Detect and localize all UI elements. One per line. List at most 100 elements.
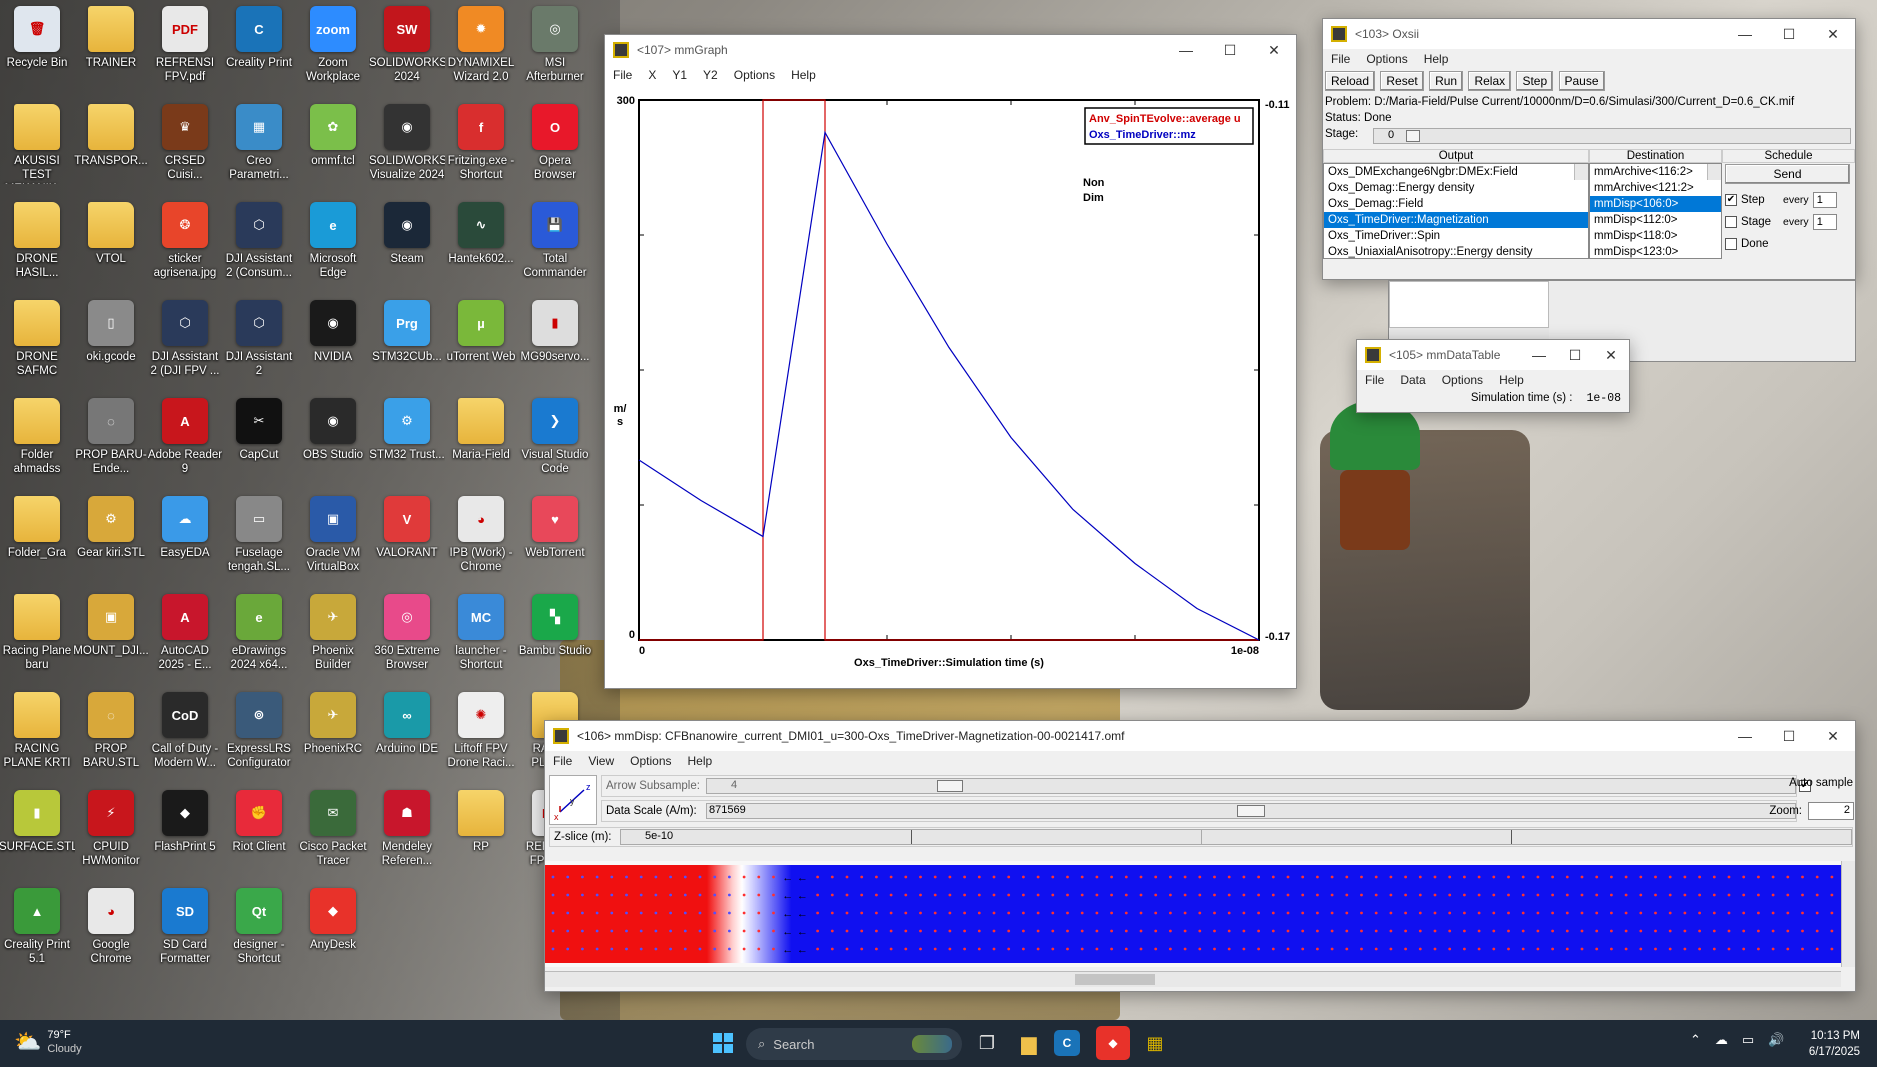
menu-help[interactable]: Help xyxy=(783,68,824,82)
chevron-up-icon[interactable]: ⌃ xyxy=(1690,1032,1701,1048)
desktop-icon[interactable]: ✈ Phoenix Builder xyxy=(296,590,370,686)
desktop-icon[interactable]: MC launcher - Shortcut xyxy=(444,590,518,686)
desktop-icon[interactable]: C Creality Print xyxy=(222,2,296,98)
display-hscrollbar[interactable] xyxy=(545,971,1841,987)
desktop-icon[interactable]: ♛ CRSED Cuisi... xyxy=(148,100,222,196)
desktop-icon[interactable]: CoD Call of Duty - Modern W... xyxy=(148,688,222,784)
desktop-icon[interactable]: PDF REFRENSI FPV.pdf xyxy=(148,2,222,98)
desktop-icon[interactable]: RP xyxy=(444,786,518,882)
pause-button[interactable]: Pause xyxy=(1558,71,1605,91)
volume-icon[interactable]: 🔊 xyxy=(1768,1032,1784,1048)
output-list-scrollbar[interactable] xyxy=(1574,164,1588,180)
desktop-icon[interactable]: ✺ Liftoff FPV Drone Raci... xyxy=(444,688,518,784)
list-item[interactable]: Oxs_Demag::Energy density xyxy=(1324,180,1588,196)
list-item-selected[interactable]: Oxs_TimeDriver::Magnetization xyxy=(1324,212,1588,228)
oxsii-titlebar[interactable]: <103> Oxsii — ☐ ✕ xyxy=(1323,19,1855,49)
desktop-icon[interactable]: ⚡ CPUID HWMonitor xyxy=(74,786,148,882)
desktop-icon[interactable]: ♥ WebTorrent xyxy=(518,492,592,588)
graph-canvas[interactable]: 300 0 -0.11 -0.17 0 1e-08 Oxs_TimeDriver::Simu… xyxy=(605,85,1296,688)
network-icon[interactable]: ▭ xyxy=(1742,1032,1754,1048)
desktop-icon[interactable]: ❂ sticker agrisena.jpg xyxy=(148,198,222,294)
desktop-icon[interactable]: 🗑 Recycle Bin xyxy=(0,2,74,98)
menu-options[interactable]: Options xyxy=(622,754,679,768)
desktop-icon[interactable]: ✊ Riot Client xyxy=(222,786,296,882)
onedrive-icon[interactable]: ☁ xyxy=(1715,1032,1728,1048)
desktop-icon[interactable]: ☗ Mendeley Referen... xyxy=(370,786,444,882)
menu-options[interactable]: Options xyxy=(726,68,783,82)
stage-slider[interactable]: 0 xyxy=(1373,128,1851,144)
desktop-icon[interactable]: ⬡ DJI Assistant 2 (DJI FPV ... xyxy=(148,296,222,392)
data-scale-slider[interactable]: 871569 xyxy=(706,803,1796,819)
stage-checkbox[interactable] xyxy=(1725,216,1737,228)
desktop-icon[interactable]: ◎ MSI Afterburner xyxy=(518,2,592,98)
desktop-icon[interactable]: ▣ MOUNT_DJI... xyxy=(73,590,149,686)
desktop-icon[interactable]: ◉ SOLIDWORKS Visualize 2024 xyxy=(369,100,445,196)
desktop-icon[interactable]: SD SD Card Formatter xyxy=(148,884,222,980)
destination-list[interactable]: mmArchive<116:2> mmArchive<121:2> mmDisp… xyxy=(1589,163,1722,259)
menu-file[interactable]: File xyxy=(545,754,580,768)
done-checkbox[interactable] xyxy=(1725,238,1737,250)
output-list[interactable]: Oxs_DMExchange6Ngbr:DMEx:Field Oxs_Demag… xyxy=(1323,163,1589,259)
step-button[interactable]: Step xyxy=(1516,71,1554,91)
desktop-icon[interactable]: Maria-Field xyxy=(444,394,518,490)
desktop-icon[interactable]: Folder_Gra xyxy=(0,492,74,588)
menu-y2[interactable]: Y2 xyxy=(695,68,726,82)
minimize-icon[interactable]: — xyxy=(1521,340,1557,370)
windows-start-icon[interactable] xyxy=(706,1026,740,1060)
list-item-selected[interactable]: mmDisp<106:0> xyxy=(1590,196,1721,212)
desktop-icon[interactable]: µ uTorrent Web xyxy=(444,296,518,392)
desktop-icon[interactable]: ✉ Cisco Packet Tracer xyxy=(296,786,370,882)
clock[interactable]: 10:13 PM 6/17/2025 xyxy=(1790,1028,1860,1060)
maximize-icon[interactable]: ☐ xyxy=(1208,35,1252,65)
taskbar-search[interactable]: ⌕ Search xyxy=(746,1028,962,1060)
run-button[interactable]: Run xyxy=(1429,71,1464,91)
magnetization-display[interactable]: ← ← ← ← ← ← ← ← ← ← xyxy=(545,861,1855,967)
desktop-icon[interactable]: ⬡ DJI Assistant 2 xyxy=(222,296,296,392)
desktop-icon[interactable]: RACING PLANE KRTI xyxy=(0,688,74,784)
desktop-icon[interactable]: ◉ OBS Studio xyxy=(296,394,370,490)
desktop-icon[interactable]: ◕ Google Chrome xyxy=(74,884,148,980)
desktop-icon[interactable]: ▯ oki.gcode xyxy=(74,296,148,392)
desktop-icon[interactable]: ❯ Visual Studio Code xyxy=(518,394,592,490)
display-vscrollbar[interactable] xyxy=(1841,861,1855,967)
desktop-icon[interactable]: ◉ Steam xyxy=(370,198,444,294)
desktop-icon[interactable]: ▦ Creo Parametri... xyxy=(222,100,296,196)
desktop-icon[interactable]: ◌ PROP BARU-Ende... xyxy=(74,394,148,490)
menu-y1[interactable]: Y1 xyxy=(664,68,695,82)
minimize-icon[interactable]: — xyxy=(1723,721,1767,751)
tk-taskbar-icon[interactable]: ▦ xyxy=(1138,1026,1172,1060)
z-slice-slider[interactable]: 5e-10 xyxy=(620,829,1852,845)
desktop-icon[interactable]: ▣ Oracle VM VirtualBox xyxy=(296,492,370,588)
list-item[interactable]: Oxs_DMExchange6Ngbr:DMEx:Field xyxy=(1324,164,1588,180)
reload-button[interactable]: Reload xyxy=(1325,71,1376,91)
desktop-icon[interactable]: O Opera Browser xyxy=(518,100,592,196)
menu-data[interactable]: Data xyxy=(1392,373,1433,387)
desktop-icon[interactable]: VTOL xyxy=(74,198,148,294)
list-item[interactable]: mmDisp<112:0> xyxy=(1590,212,1721,228)
list-item[interactable]: Oxs_UniaxialAnisotropy::Energy density xyxy=(1324,244,1588,258)
desktop-icon[interactable]: f Fritzing.exe - Shortcut xyxy=(444,100,518,196)
desktop-icon[interactable]: ▮ SURFACE.STL xyxy=(0,786,75,882)
menu-help[interactable]: Help xyxy=(1416,52,1457,66)
arrow-subsample-thumb[interactable] xyxy=(937,780,963,792)
menu-options[interactable]: Options xyxy=(1358,52,1415,66)
desktop-icon[interactable]: Qt designer - Shortcut xyxy=(222,884,296,980)
desktop-icon[interactable]: V VALORANT xyxy=(370,492,444,588)
list-item[interactable]: Oxs_TimeDriver::Spin xyxy=(1324,228,1588,244)
desktop-icon[interactable]: e eDrawings 2024 x64... xyxy=(222,590,296,686)
menu-file[interactable]: File xyxy=(1357,373,1392,387)
menu-options[interactable]: Options xyxy=(1434,373,1491,387)
desktop-icon[interactable]: ◆ AnyDesk xyxy=(296,884,370,980)
desktop-icon[interactable]: ◉ NVIDIA xyxy=(296,296,370,392)
hscroll-thumb[interactable] xyxy=(1075,974,1155,985)
desktop-icon[interactable]: A Adobe Reader 9 xyxy=(148,394,222,490)
maximize-icon[interactable]: ☐ xyxy=(1557,340,1593,370)
desktop-icon[interactable]: ⚙ STM32 Trust... xyxy=(369,394,445,490)
stage-every-input[interactable]: 1 xyxy=(1812,214,1837,230)
desktop-icon[interactable]: Prg STM32CUb... xyxy=(370,296,444,392)
stage-slider-thumb[interactable] xyxy=(1406,130,1420,142)
weather-widget[interactable]: ⛅ 79°F Cloudy xyxy=(14,1028,82,1056)
close-icon[interactable]: ✕ xyxy=(1811,721,1855,751)
desktop-icon[interactable]: A AutoCAD 2025 - E... xyxy=(148,590,222,686)
desktop-icon[interactable]: ◆ FlashPrint 5 xyxy=(148,786,222,882)
